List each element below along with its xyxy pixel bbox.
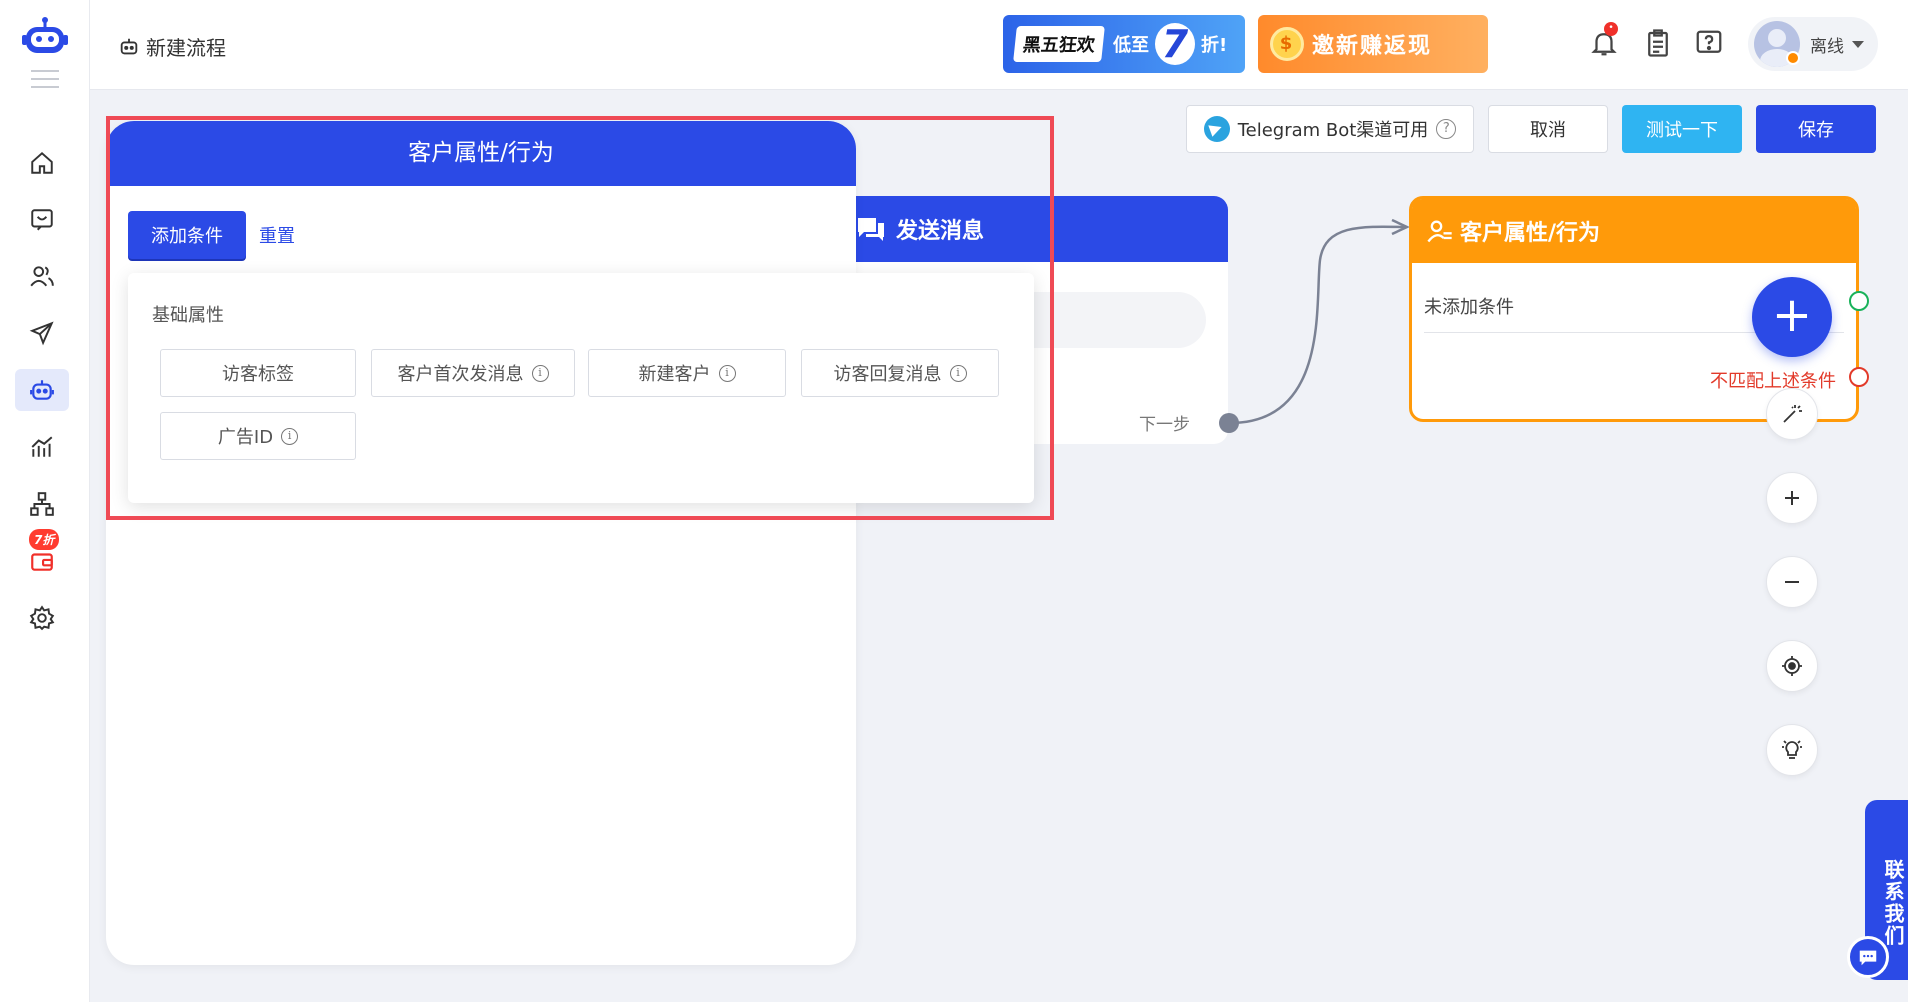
option-label: 广告ID [217, 427, 274, 448]
chat-bubble-icon[interactable] [1847, 936, 1889, 978]
option-new-customer[interactable]: 新建客户 i [588, 349, 786, 397]
send-message-title: 发送消息 [896, 219, 985, 244]
option-first-message[interactable]: 客户首次发消息 i [371, 349, 575, 397]
breadcrumb-label: 新建流程 [146, 36, 226, 60]
add-node-button[interactable]: + [1752, 277, 1832, 357]
option-label: 访客回复消息 [833, 364, 942, 385]
clipboard-icon[interactable] [1643, 28, 1673, 58]
user-menu[interactable]: 离线 [1748, 17, 1878, 71]
notification-dot: • [1604, 22, 1618, 36]
info-icon[interactable]: i [949, 364, 967, 382]
next-step-label: 下一步 [1139, 415, 1190, 435]
customer-attribute-header: 客户属性/行为 [1412, 199, 1856, 263]
info-icon[interactable]: i [531, 364, 549, 382]
info-icon[interactable]: i [718, 364, 736, 382]
user-status-label: 离线 [1810, 36, 1844, 57]
telegram-channel-label: Telegram Bot渠道可用 [1237, 120, 1429, 141]
customer-attribute-title: 客户属性/行为 [1460, 221, 1601, 246]
invite-banner[interactable]: $ 邀新赚返现 [1258, 15, 1488, 73]
locate-icon[interactable] [1766, 640, 1818, 692]
chevron-down-icon [1852, 40, 1864, 48]
chat-bubbles-icon [858, 218, 884, 241]
magic-wand-icon[interactable] [1766, 388, 1818, 440]
nav-analytics-icon[interactable] [15, 426, 69, 468]
reset-link[interactable]: 重置 [259, 222, 295, 248]
nav-send-icon[interactable] [15, 312, 69, 354]
offline-status-dot [1786, 51, 1800, 65]
no-condition-label: 未添加条件 [1424, 297, 1514, 318]
invite-text: 邀新赚返现 [1312, 34, 1433, 59]
telegram-icon [1203, 116, 1230, 142]
question-icon[interactable]: ? [1436, 119, 1457, 139]
user-tag-icon [1427, 220, 1452, 243]
help-icon[interactable] [1694, 28, 1724, 58]
option-label: 新建客户 [638, 364, 711, 385]
cancel-button[interactable]: 取消 [1488, 105, 1608, 153]
zoom-in-icon[interactable] [1766, 472, 1818, 524]
nav-org-chart-icon[interactable] [15, 483, 69, 525]
nav-gear-icon[interactable] [15, 597, 69, 639]
robot-small-icon [120, 38, 138, 54]
telegram-channel-button[interactable]: Telegram Bot渠道可用 ? [1186, 105, 1474, 153]
add-condition-button[interactable]: 添加条件 [128, 211, 246, 259]
nav-chat-icon[interactable] [15, 199, 69, 241]
option-label: 客户首次发消息 [397, 364, 524, 385]
matched-port[interactable] [1849, 291, 1869, 311]
coin-icon: $ [1270, 27, 1304, 61]
option-label: 访客标签 [222, 364, 294, 385]
nav-users-icon[interactable] [15, 255, 69, 297]
robot-logo-icon[interactable] [22, 16, 68, 56]
promo-mid: 低至 [1113, 35, 1149, 56]
nav-robot-icon[interactable] [15, 369, 69, 411]
sidebar: 7折 [0, 0, 90, 1002]
promo-tag: 黑五狂欢 [1013, 26, 1105, 62]
option-ad-id[interactable]: 广告ID i [160, 412, 356, 460]
promo-big-number: 7 [1155, 23, 1195, 65]
save-button[interactable]: 保存 [1756, 105, 1876, 153]
option-visitor-reply[interactable]: 访客回复消息 i [801, 349, 999, 397]
option-visitor-tag[interactable]: 访客标签 [160, 349, 356, 397]
info-icon[interactable]: i [281, 427, 299, 445]
test-button[interactable]: 测试一下 [1622, 105, 1742, 153]
breadcrumb: 新建流程 [118, 32, 226, 61]
zoom-out-icon[interactable] [1766, 556, 1818, 608]
unmatched-port[interactable] [1849, 367, 1869, 387]
discount-badge: 7折 [29, 529, 60, 550]
nav-home-icon[interactable] [15, 142, 69, 184]
condition-panel: 客户属性/行为 添加条件 重置 [106, 121, 856, 965]
output-port[interactable] [1219, 413, 1239, 433]
send-message-header: 发送消息 [820, 196, 1228, 262]
black-friday-banner[interactable]: 黑五狂欢 低至 7 折! [1003, 15, 1245, 73]
dropdown-section-title: 基础属性 [152, 305, 224, 326]
lightbulb-icon[interactable] [1766, 724, 1818, 776]
promo-suffix: 折! [1201, 35, 1228, 56]
panel-title: 客户属性/行为 [106, 121, 856, 186]
unmatched-label: 不匹配上述条件 [1710, 371, 1836, 392]
top-header: 新建流程 [90, 0, 1908, 90]
menu-collapse-icon[interactable] [31, 70, 59, 88]
condition-dropdown: 基础属性 访客标签 客户首次发消息 i 新建客户 i 访客回复消息 i 广告ID… [128, 273, 1034, 503]
